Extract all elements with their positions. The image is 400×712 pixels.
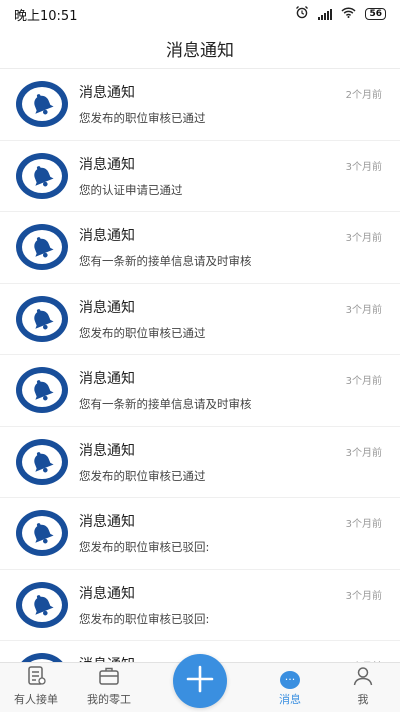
battery-icon: 56 <box>365 8 386 20</box>
message-avatar <box>16 367 68 413</box>
message-list[interactable]: 消息通知 2个月前 您发布的职位审核已通过 消息通知 3个月前 您的认证申请已通过 消息通知… <box>0 69 400 662</box>
bell-icon <box>22 587 62 622</box>
message-avatar <box>16 653 68 662</box>
tab-messages[interactable]: ··· 消息 <box>254 663 326 712</box>
tab-my-jobs[interactable]: 我的零工 <box>73 663 145 712</box>
tab-me-label: 我 <box>357 693 369 706</box>
message-title: 消息通知 <box>79 371 135 387</box>
message-time: 3个月前 <box>345 304 382 316</box>
message-avatar <box>16 581 68 628</box>
message-avatar <box>16 224 68 270</box>
message-time: 3个月前 <box>345 161 382 173</box>
plus-icon <box>185 664 215 698</box>
message-title: 消息通知 <box>79 514 135 530</box>
message-item[interactable]: 消息通知 3个月前您发布的职位审核已驳回: <box>0 570 400 641</box>
message-text: 您的认证申请已通过 <box>79 182 183 197</box>
message-time: 2个月前 <box>345 90 382 101</box>
message-avatar <box>16 295 68 342</box>
bell-icon <box>22 158 62 193</box>
message-text: 您有一条新的接单信息请及时审核 <box>79 397 252 411</box>
bell-icon <box>22 301 62 336</box>
message-text: 您发布的职位审核已通过 <box>79 111 206 125</box>
status-time: 晚上10:51 <box>14 8 78 24</box>
page-title-bar: 消息通知 <box>0 28 400 69</box>
message-title: 消息通知 <box>79 442 135 459</box>
briefcase-icon <box>98 666 120 689</box>
message-title: 消息通知 <box>79 85 135 101</box>
message-item[interactable]: 消息通知 3个月前您发布的职位审核已驳回: <box>0 498 400 570</box>
bell-icon <box>22 516 62 550</box>
message-item[interactable]: 消息通知 3个月前您发布的职位审核已通过 <box>0 427 400 498</box>
status-icons: 56 <box>295 5 386 23</box>
message-text: 您发布的职位审核已驳回: <box>79 611 210 626</box>
page-title: 消息通知 <box>166 40 234 61</box>
message-title: 消息通知 <box>79 299 135 316</box>
message-title: 消息通知 <box>79 156 135 173</box>
tab-me[interactable]: 我 <box>327 663 399 712</box>
bell-icon <box>22 230 62 264</box>
message-text: 您发布的职位审核已通过 <box>79 325 206 340</box>
bell-icon <box>22 373 62 407</box>
tab-orders-label: 有人接单 <box>14 693 58 706</box>
message-avatar <box>16 510 68 556</box>
person-icon <box>352 666 374 689</box>
tab-orders[interactable]: 有人接单 <box>0 663 72 712</box>
message-avatar <box>16 438 68 485</box>
message-text: 您发布的职位审核已驳回: <box>79 540 210 554</box>
message-item[interactable]: 消息通知 3个月前您有一条新的接单信息请及时审核 <box>0 212 400 284</box>
message-time: 3个月前 <box>345 447 382 459</box>
message-item[interactable]: 消息通知 3个月前您的认证申请已通过 <box>0 141 400 212</box>
document-icon <box>25 666 47 689</box>
message-item[interactable]: 消息通知 3个月前您有一条新的接单信息请及时审核 <box>0 355 400 427</box>
add-button[interactable] <box>173 654 227 708</box>
message-title: 消息通知 <box>79 228 135 244</box>
bell-icon <box>22 444 62 479</box>
status-bar: 晚上10:51 56 <box>0 0 400 28</box>
alarm-icon <box>295 5 309 23</box>
message-time: 3个月前 <box>345 519 382 530</box>
message-time: 3个月前 <box>345 590 382 602</box>
signal-icon <box>318 8 333 20</box>
message-avatar <box>16 81 68 127</box>
tab-my-jobs-label: 我的零工 <box>87 693 131 706</box>
message-title: 消息通知 <box>79 585 135 602</box>
message-avatar <box>16 152 68 199</box>
message-item[interactable]: 消息通知 3个月前您发布的职位审核已通过 <box>0 284 400 355</box>
tab-messages-label: 消息 <box>279 693 301 706</box>
message-time: 3个月前 <box>345 376 382 387</box>
message-title: 消息通知 <box>79 654 135 662</box>
chat-bubble-icon: ··· <box>280 671 300 689</box>
bell-icon <box>22 87 62 121</box>
message-text: 您有一条新的接单信息请及时审核 <box>79 254 252 268</box>
wifi-icon <box>341 6 357 22</box>
message-item[interactable]: 消息通知 2个月前您发布的职位审核已通过 <box>0 69 400 141</box>
message-time: 3个月前 <box>345 233 382 244</box>
message-text: 您发布的职位审核已通过 <box>79 468 206 483</box>
